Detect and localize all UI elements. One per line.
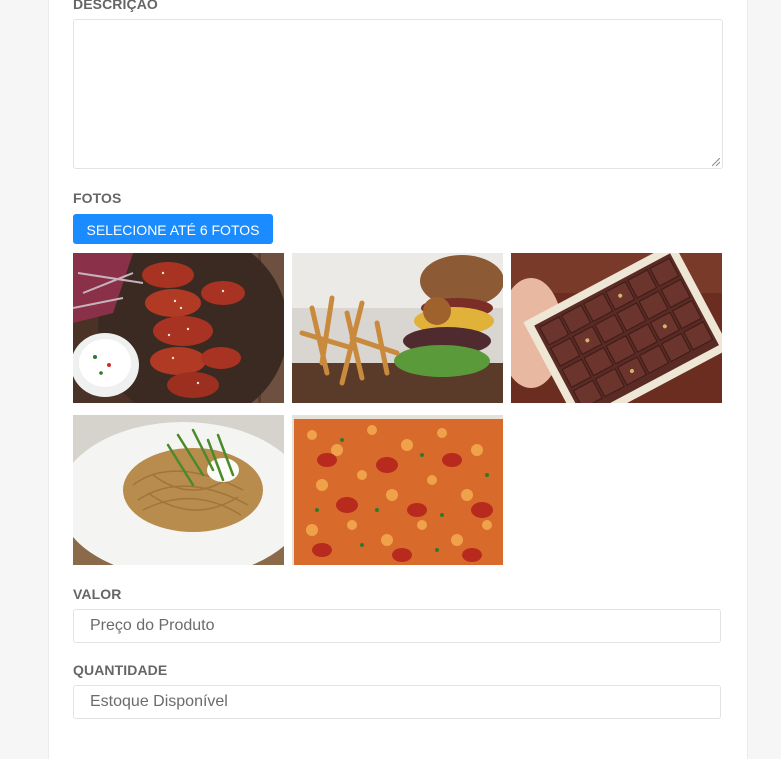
description-label: DESCRIÇÃO xyxy=(73,0,158,12)
photo-pasta[interactable] xyxy=(73,415,284,565)
select-photos-button[interactable]: SELECIONE ATÉ 6 FOTOS xyxy=(73,214,273,244)
description-textarea[interactable] xyxy=(73,19,723,169)
photo-chicken-wings[interactable] xyxy=(73,253,284,403)
resize-grip-icon[interactable] xyxy=(712,158,720,166)
photos-label: FOTOS xyxy=(73,190,122,206)
quantity-label: QUANTIDADE xyxy=(73,662,168,678)
product-form-card: DESCRIÇÃO FOTOS SELECIONE ATÉ 6 FOTOS VA… xyxy=(48,0,748,759)
price-input[interactable] xyxy=(73,609,721,643)
stock-input[interactable] xyxy=(73,685,721,719)
photo-chocolates[interactable] xyxy=(511,253,722,403)
photo-pasta-bake[interactable] xyxy=(292,415,503,565)
value-label: VALOR xyxy=(73,586,122,602)
photo-burger-fries[interactable] xyxy=(292,253,503,403)
